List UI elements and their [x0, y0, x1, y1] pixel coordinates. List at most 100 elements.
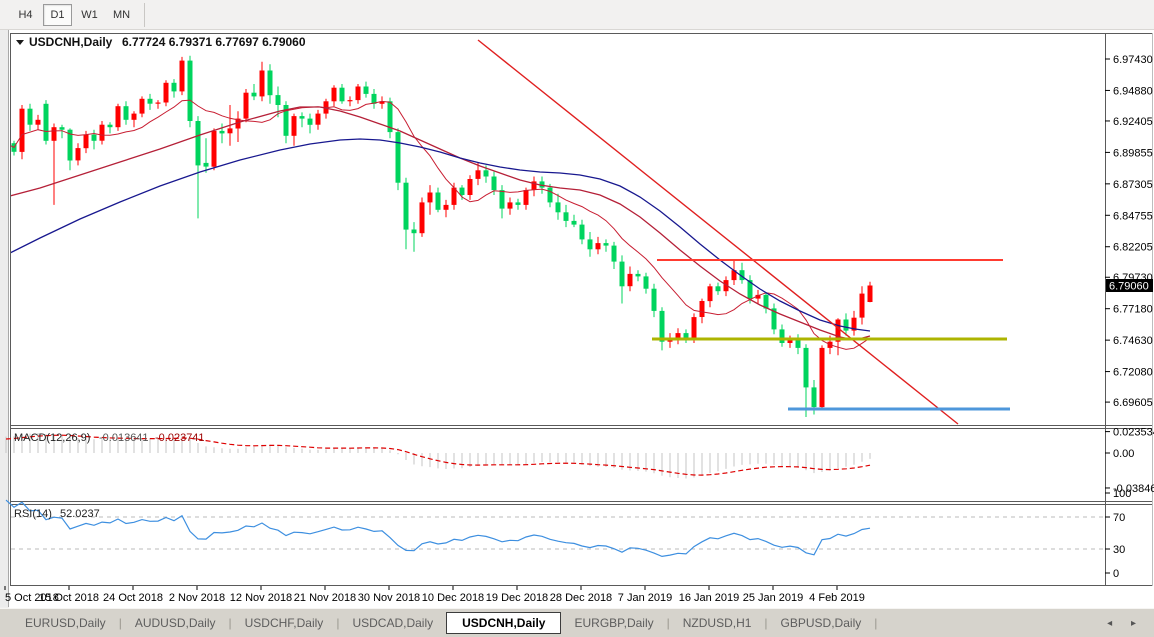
timeframe-button-d1[interactable]: D1	[43, 4, 72, 26]
price-axis-label: 6.94880	[1113, 85, 1153, 97]
candle	[436, 193, 441, 210]
chart-area[interactable]: 6.974306.948806.924056.898556.873056.847…	[0, 30, 1154, 608]
rsi-axis-label: 70	[1113, 512, 1125, 524]
candle	[36, 120, 41, 125]
macd-label: MACD(12,26,9)	[14, 432, 90, 444]
candle	[292, 116, 297, 136]
candle	[156, 103, 161, 104]
candle	[92, 135, 97, 141]
candle	[244, 93, 249, 119]
date-axis-label: 4 Feb 2019	[809, 592, 865, 604]
candle	[620, 262, 625, 287]
candle	[572, 221, 577, 225]
price-axis-label: 6.82205	[1113, 242, 1153, 254]
price-axis-label: 6.87305	[1113, 179, 1153, 191]
date-axis-label: 30 Nov 2018	[358, 592, 420, 604]
chart-ohlc-values: 6.77724 6.79371 6.77697 6.79060	[122, 35, 306, 49]
chart-tab-eurgbp[interactable]: EURGBP,Daily	[561, 613, 666, 633]
date-axis-label: 19 Dec 2018	[486, 592, 548, 604]
toolbar-separator	[144, 3, 145, 27]
candle	[140, 99, 145, 114]
chart-title: USDCNH,Daily	[29, 35, 113, 49]
candle	[188, 61, 193, 121]
candle	[716, 286, 721, 291]
price-axis-label: 6.74630	[1113, 335, 1153, 347]
candle	[420, 202, 425, 233]
timeframe-button-w1[interactable]: W1	[75, 4, 104, 26]
date-axis-label: 15 Oct 2018	[39, 592, 99, 604]
chart-tab-eurusd[interactable]: EURUSD,Daily	[12, 613, 119, 633]
date-axis-label: 2 Nov 2018	[169, 592, 225, 604]
candle	[844, 320, 849, 331]
candle	[204, 163, 209, 167]
candle	[676, 333, 681, 338]
candle	[652, 289, 657, 311]
chart-tab-usdcnh[interactable]: USDCNH,Daily	[446, 612, 561, 634]
candle	[868, 286, 873, 303]
candle	[780, 329, 785, 343]
tab-scroll-arrows[interactable]: ◂ ▸	[1107, 618, 1144, 629]
chart-tab-usdcad[interactable]: USDCAD,Daily	[339, 613, 446, 633]
macd-axis-label: 0.00	[1113, 448, 1134, 460]
price-axis-label: 6.72080	[1113, 367, 1153, 379]
price-axis-label: 6.84755	[1113, 210, 1153, 222]
candle	[700, 301, 705, 317]
timeframe-toolbar: H4D1W1MN	[0, 0, 1154, 30]
macd-value-main: -0.013641	[99, 432, 149, 444]
candle	[252, 93, 257, 97]
candle	[820, 348, 825, 407]
candle	[556, 202, 561, 212]
candle	[52, 127, 57, 141]
candle	[612, 246, 617, 262]
candle	[500, 190, 505, 209]
chart-tab-audusd[interactable]: AUDUSD,Daily	[122, 613, 229, 633]
candle	[348, 100, 353, 101]
candle	[516, 202, 521, 205]
macd-axis-label: 0.023534	[1113, 427, 1154, 439]
candle	[444, 205, 449, 210]
timeframe-button-h4[interactable]: H4	[11, 4, 40, 26]
candle	[228, 128, 233, 133]
candle	[148, 99, 153, 104]
candle	[132, 114, 137, 120]
candle	[684, 333, 689, 338]
candle	[508, 202, 513, 208]
candle	[484, 170, 489, 176]
tab-separator: |	[874, 616, 877, 630]
macd-value-signal: -0.023741	[155, 432, 205, 444]
candle	[164, 83, 169, 103]
candle	[476, 170, 481, 179]
candle	[644, 276, 649, 288]
chart-tab-nzdusd[interactable]: NZDUSD,H1	[670, 613, 765, 633]
candle	[548, 188, 553, 203]
date-axis-label: 10 Dec 2018	[422, 592, 484, 604]
candle	[460, 188, 465, 195]
candle	[332, 88, 337, 102]
candle	[340, 88, 345, 102]
candle	[588, 239, 593, 249]
candle	[524, 190, 529, 205]
candle	[412, 230, 417, 234]
candle	[396, 132, 401, 183]
rsi-label: RSI(14)	[14, 508, 52, 520]
candle	[428, 193, 433, 203]
date-axis-label: 28 Dec 2018	[550, 592, 612, 604]
date-axis-label: 24 Oct 2018	[103, 592, 163, 604]
date-axis-label: 12 Nov 2018	[230, 592, 292, 604]
candle	[76, 148, 81, 160]
chart-tab-usdchf[interactable]: USDCHF,Daily	[232, 613, 337, 633]
date-axis-label: 25 Jan 2019	[743, 592, 804, 604]
chart-tab-gbpusd[interactable]: GBPUSD,Daily	[768, 613, 875, 633]
price-axis-label: 6.97430	[1113, 54, 1153, 66]
candle	[812, 387, 817, 407]
date-axis-label: 21 Nov 2018	[294, 592, 356, 604]
candle	[172, 83, 177, 92]
candle	[276, 95, 281, 105]
candle	[316, 114, 321, 125]
candle	[564, 212, 569, 221]
candle	[804, 348, 809, 388]
candle	[268, 71, 273, 96]
candle	[308, 119, 313, 125]
timeframe-button-mn[interactable]: MN	[107, 4, 136, 26]
price-axis-label: 6.89855	[1113, 147, 1153, 159]
